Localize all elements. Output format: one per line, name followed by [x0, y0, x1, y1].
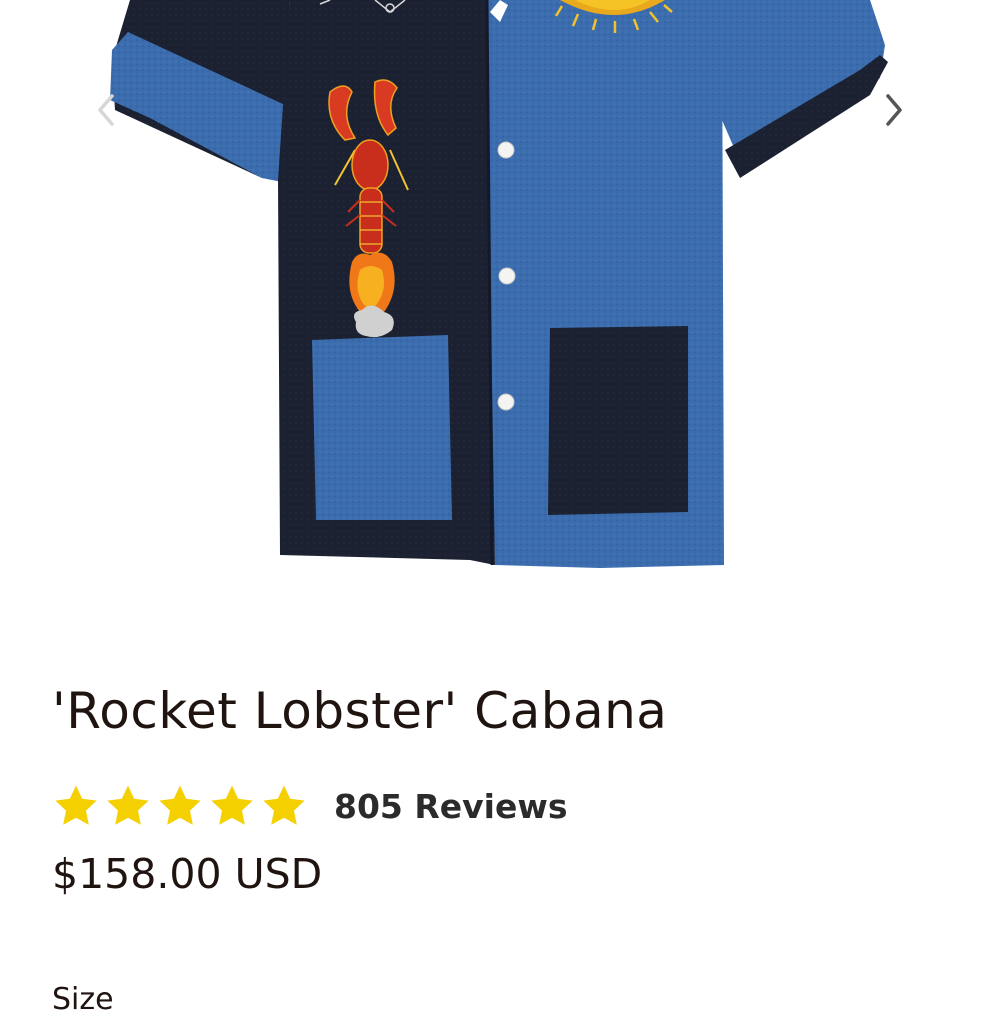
left-pocket — [312, 335, 452, 520]
review-count-link[interactable]: 805 Reviews — [334, 787, 568, 826]
product-gallery — [0, 0, 1000, 600]
product-rating[interactable]: 805 Reviews — [52, 782, 568, 830]
star-icon — [107, 785, 149, 825]
star-icon — [211, 785, 253, 825]
chevron-right-icon — [886, 94, 902, 126]
rating-stars — [52, 782, 308, 830]
star-icon — [263, 785, 305, 825]
product-title: 'Rocket Lobster' Cabana — [52, 682, 668, 740]
star-icon — [159, 785, 201, 825]
right-pocket — [548, 326, 688, 515]
gallery-prev-button[interactable] — [84, 88, 128, 132]
star-icon — [55, 785, 97, 825]
gallery-next-button[interactable] — [872, 88, 916, 132]
product-image[interactable] — [0, 0, 1000, 600]
chevron-left-icon — [98, 94, 114, 126]
product-price: $158.00 USD — [52, 850, 323, 898]
